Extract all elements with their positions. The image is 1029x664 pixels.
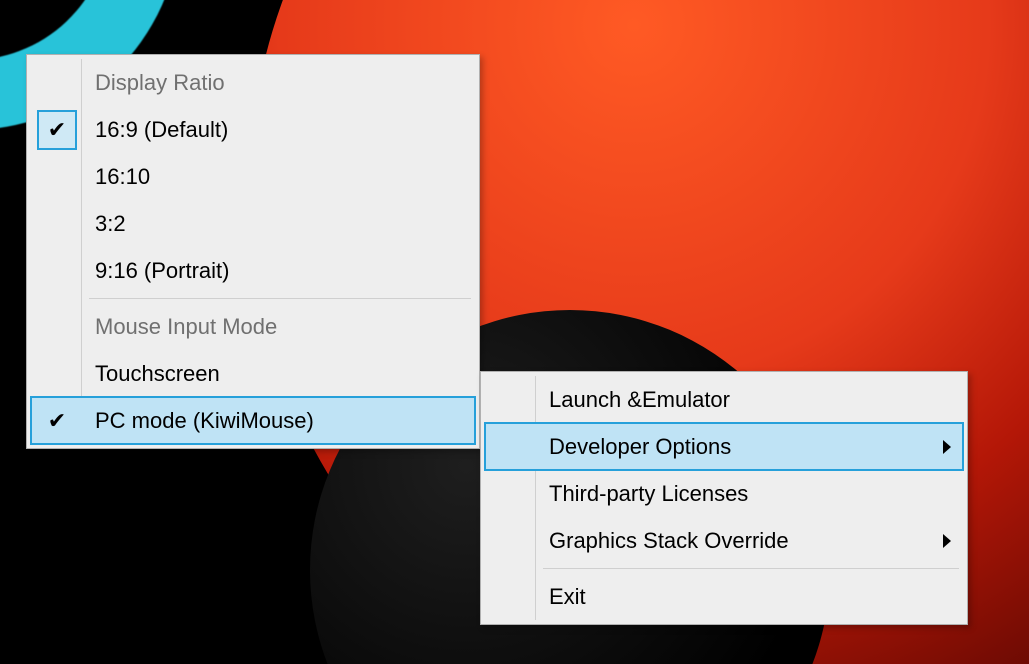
menu-item-label: 9:16 (Portrait) bbox=[95, 258, 230, 284]
header-label: Mouse Input Mode bbox=[95, 314, 277, 340]
menu-item-graphics-stack-override[interactable]: Graphics Stack Override bbox=[485, 517, 963, 564]
menu-item-label: Exit bbox=[549, 584, 586, 610]
chevron-right-icon bbox=[943, 534, 951, 548]
developer-options-submenu: Display Ratio ✔ 16:9 (Default) 16:10 3:2… bbox=[26, 54, 480, 449]
menu-item-label: PC mode (KiwiMouse) bbox=[95, 408, 314, 434]
mouse-option-touchscreen[interactable]: Touchscreen bbox=[31, 350, 475, 397]
ratio-option-16-10[interactable]: 16:10 bbox=[31, 153, 475, 200]
menu-separator bbox=[89, 298, 471, 299]
menu-separator bbox=[543, 568, 959, 569]
menu-item-label: 16:10 bbox=[95, 164, 150, 190]
menu-item-third-party-licenses[interactable]: Third-party Licenses bbox=[485, 470, 963, 517]
mouse-input-header: Mouse Input Mode bbox=[31, 303, 475, 350]
menu-item-label: Third-party Licenses bbox=[549, 481, 748, 507]
ratio-option-16-9[interactable]: ✔ 16:9 (Default) bbox=[31, 106, 475, 153]
menu-item-developer-options[interactable]: Developer Options bbox=[485, 423, 963, 470]
menu-item-label: 16:9 (Default) bbox=[95, 117, 228, 143]
mouse-option-pc-mode[interactable]: ✔ PC mode (KiwiMouse) bbox=[31, 397, 475, 444]
menu-item-label: 3:2 bbox=[95, 211, 126, 237]
ratio-option-9-16[interactable]: 9:16 (Portrait) bbox=[31, 247, 475, 294]
menu-item-exit[interactable]: Exit bbox=[485, 573, 963, 620]
menu-item-launch-emulator[interactable]: Launch &Emulator bbox=[485, 376, 963, 423]
display-ratio-header: Display Ratio bbox=[31, 59, 475, 106]
chevron-right-icon bbox=[943, 440, 951, 454]
check-icon: ✔ bbox=[37, 401, 77, 441]
menu-item-label: Developer Options bbox=[549, 434, 731, 460]
menu-item-label: Launch &Emulator bbox=[549, 387, 730, 413]
ratio-option-3-2[interactable]: 3:2 bbox=[31, 200, 475, 247]
main-context-menu: Launch &Emulator Developer Options Third… bbox=[480, 371, 968, 625]
menu-item-label: Graphics Stack Override bbox=[549, 528, 789, 554]
header-label: Display Ratio bbox=[95, 70, 225, 96]
menu-item-label: Touchscreen bbox=[95, 361, 220, 387]
check-icon: ✔ bbox=[37, 110, 77, 150]
